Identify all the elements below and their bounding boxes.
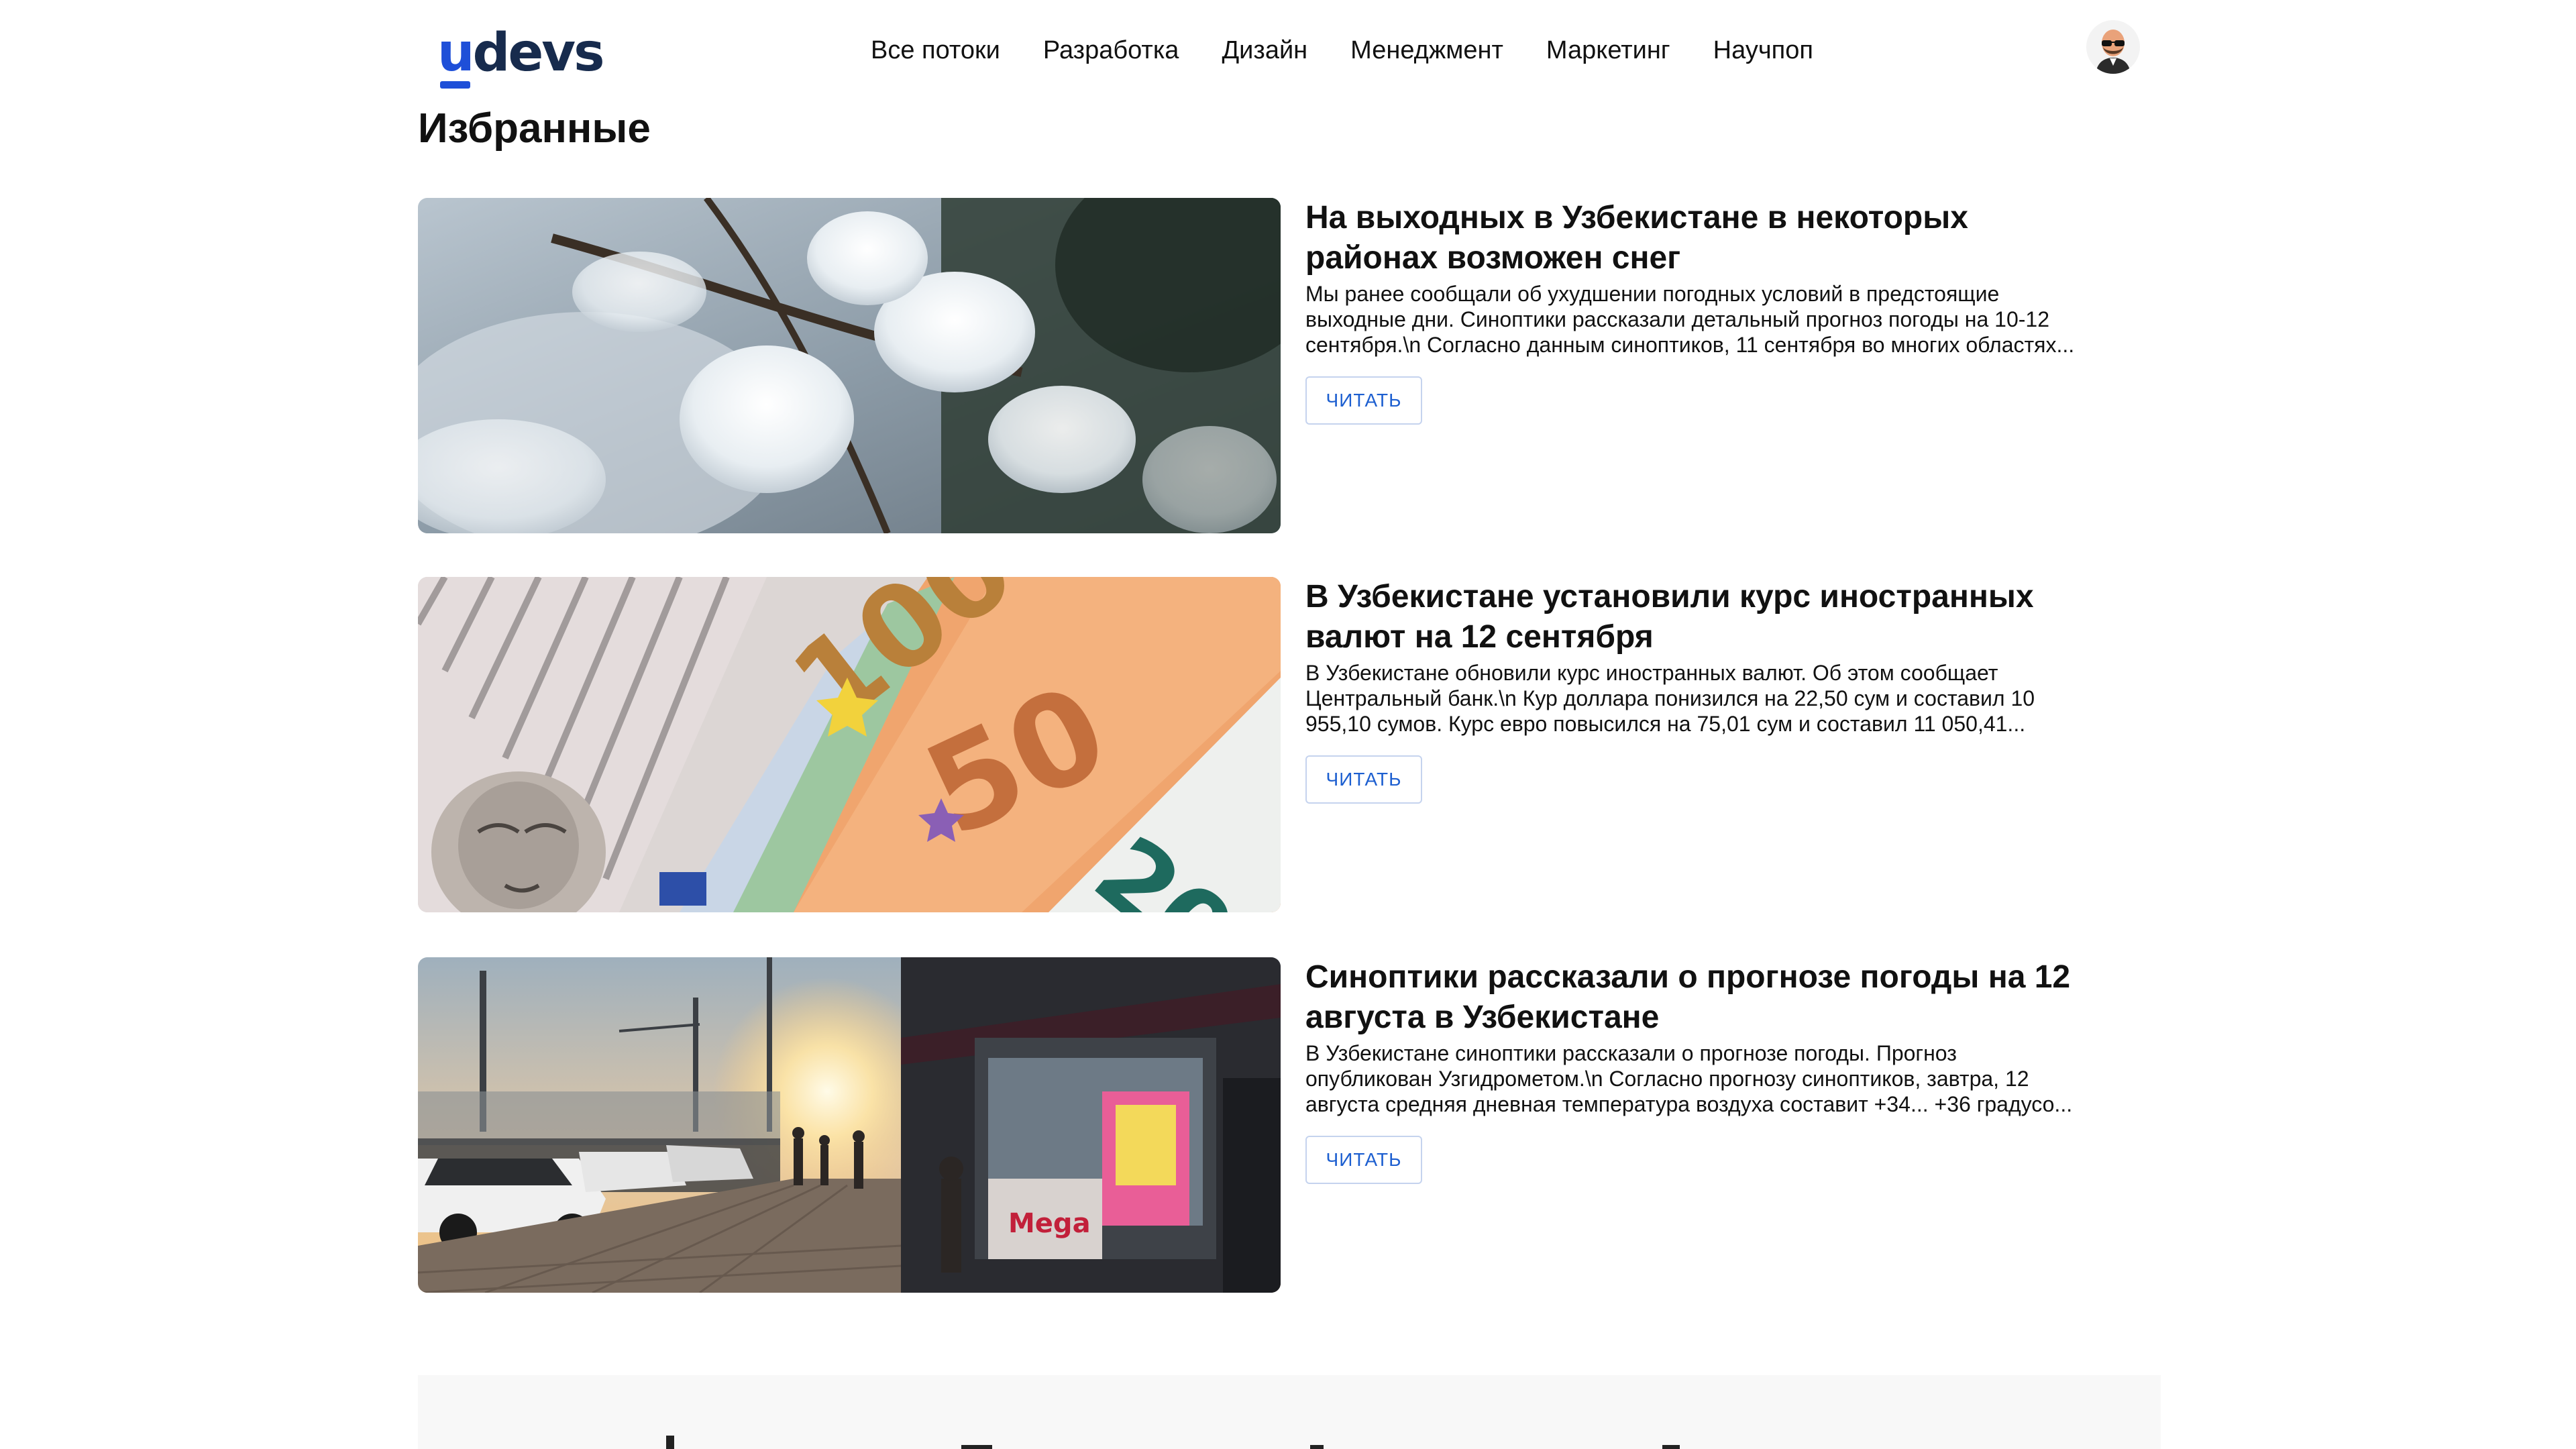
- article-excerpt: В Узбекистане обновили курс иностранных …: [1305, 661, 2035, 736]
- site-footer: [418, 1375, 2161, 1449]
- article-title[interactable]: Синоптики рассказали о прогнозе погоды н…: [1305, 957, 2084, 1038]
- site-header: u devs Все потоки Разработка Дизайн Менед…: [0, 0, 2576, 101]
- nav-item-design[interactable]: Дизайн: [1222, 34, 1307, 67]
- article-title[interactable]: На выходных в Узбекистане в некоторых ра…: [1305, 198, 2084, 278]
- logo-prefix: u: [437, 23, 475, 89]
- nav-item-development[interactable]: Разработка: [1043, 34, 1179, 67]
- article-body: На выходных в Узбекистане в некоторых ра…: [1305, 198, 2084, 425]
- article-image-street-sunset[interactable]: Mega: [418, 957, 1281, 1293]
- read-button[interactable]: ЧИТАТЬ: [1305, 1136, 1422, 1184]
- nav-item-management[interactable]: Менеджмент: [1350, 34, 1503, 67]
- udevs-logo[interactable]: u devs: [437, 12, 605, 89]
- article-body: В Узбекистане установили курс иностранны…: [1305, 577, 2084, 804]
- main-nav: Все потоки Разработка Дизайн Менеджмент …: [871, 34, 1856, 67]
- read-button[interactable]: ЧИТАТЬ: [1305, 755, 1422, 804]
- article-card: Mega Синоптики рассказали о прогнозе пог…: [418, 957, 2082, 1293]
- logo-text: devs: [472, 23, 605, 83]
- article-image-banknotes[interactable]: 100 50 20: [418, 577, 1281, 912]
- article-excerpt: В Узбекистане синоптики рассказали о про…: [1305, 1041, 2073, 1116]
- article-card: На выходных в Узбекистане в некоторых ра…: [418, 198, 2082, 533]
- nav-item-all-streams[interactable]: Все потоки: [871, 34, 1000, 67]
- article-excerpt: Мы ранее сообщали об ухудшении погодных …: [1305, 282, 2075, 357]
- nav-item-marketing[interactable]: Маркетинг: [1546, 34, 1670, 67]
- article-card: 100 50 20 В Узбекистане установили курс …: [418, 577, 2082, 912]
- article-image-snowy-pine[interactable]: [418, 198, 1281, 533]
- read-button[interactable]: ЧИТАТЬ: [1305, 376, 1422, 425]
- article-body: Синоптики рассказали о прогнозе погоды н…: [1305, 957, 2084, 1184]
- nav-item-popular-science[interactable]: Научпоп: [1713, 34, 1813, 67]
- svg-text:Mega: Mega: [1008, 1208, 1091, 1239]
- page-title: Избранные: [418, 105, 651, 152]
- article-title[interactable]: В Узбекистане установили курс иностранны…: [1305, 577, 2084, 657]
- user-avatar-icon[interactable]: [2086, 20, 2140, 74]
